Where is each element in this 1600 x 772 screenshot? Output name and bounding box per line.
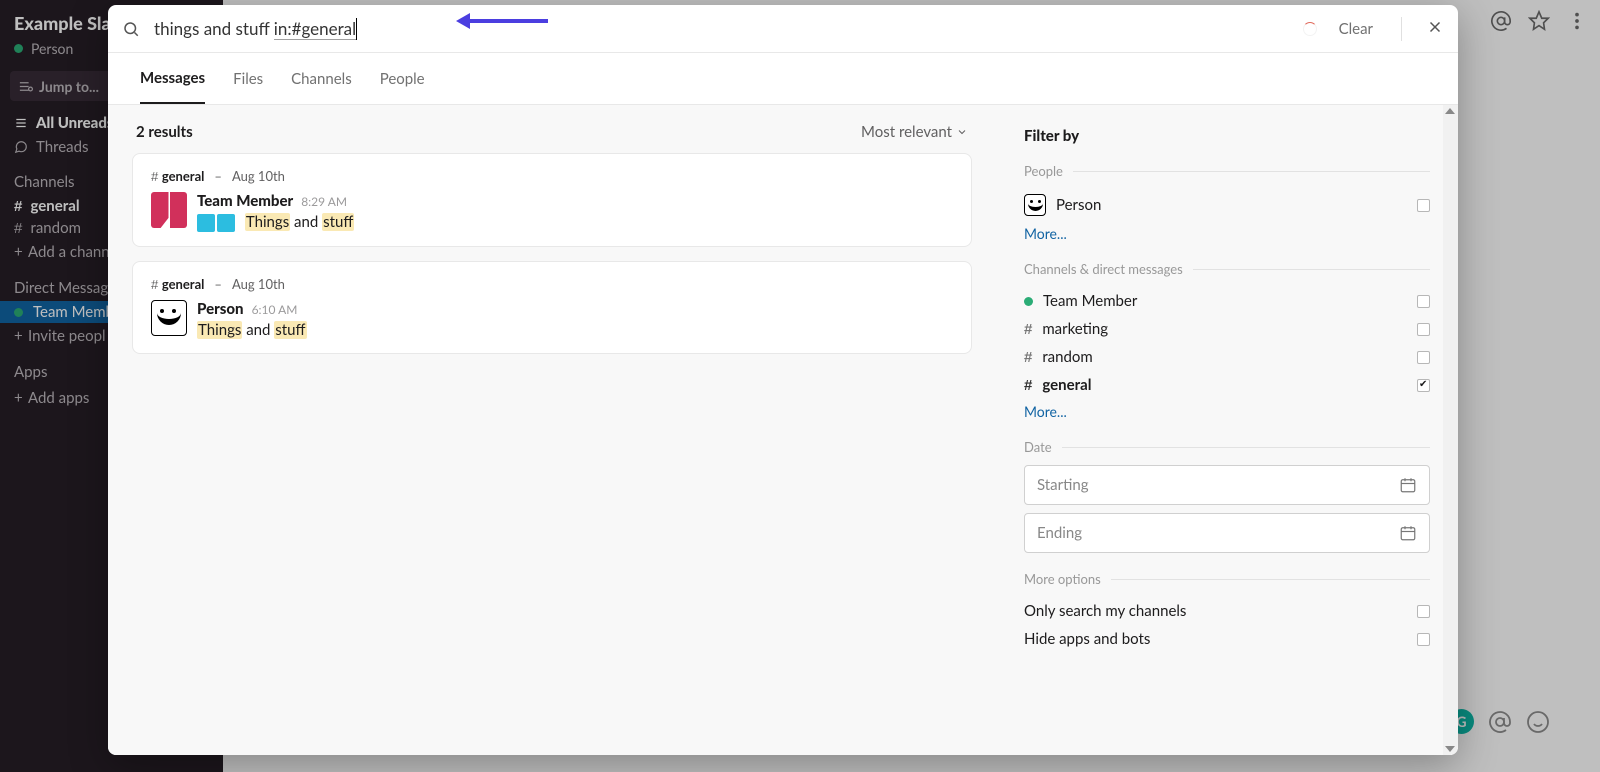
- online-dot-icon: [1024, 297, 1033, 306]
- calendar-icon: [1399, 476, 1417, 494]
- tab-messages[interactable]: Messages: [140, 53, 205, 104]
- loading-spinner-icon: [1303, 22, 1317, 36]
- filter-hide-apps-bots[interactable]: Hide apps and bots: [1024, 625, 1430, 653]
- date-start-input[interactable]: Starting: [1024, 465, 1430, 505]
- tab-channels[interactable]: Channels: [291, 53, 352, 104]
- filter-people-person[interactable]: Person: [1024, 189, 1430, 221]
- result-message: Things and stuff: [197, 321, 307, 339]
- filter-label: Team Member: [1043, 292, 1137, 310]
- sort-dropdown[interactable]: Most relevant: [861, 123, 968, 141]
- calendar-icon: [1399, 524, 1417, 542]
- result-date: Aug 10th: [232, 276, 285, 292]
- filter-cdm-general[interactable]: #general: [1024, 371, 1430, 399]
- date-end-input[interactable]: Ending: [1024, 513, 1430, 553]
- avatar-icon: [1024, 194, 1046, 216]
- avatar: [151, 300, 187, 336]
- result-date: Aug 10th: [232, 168, 285, 184]
- filter-only-my-channels[interactable]: Only search my channels: [1024, 597, 1430, 625]
- separator: –: [214, 276, 222, 292]
- filter-label: general: [1042, 376, 1091, 394]
- checkbox[interactable]: [1417, 605, 1430, 618]
- search-query-modifier: in:#general: [274, 18, 356, 40]
- result-time: 8:29 AM: [301, 194, 347, 209]
- checkbox[interactable]: [1417, 379, 1430, 392]
- avatar: [151, 192, 187, 228]
- scrollbar[interactable]: [1443, 105, 1458, 755]
- checkbox[interactable]: [1417, 323, 1430, 336]
- tab-people[interactable]: People: [380, 53, 425, 104]
- filter-label: random: [1042, 348, 1092, 366]
- filter-title: Filter by: [1024, 127, 1430, 145]
- search-result[interactable]: # general – Aug 10th Person 6:10 AM Thin…: [132, 261, 972, 354]
- checkbox[interactable]: [1417, 633, 1430, 646]
- more-cdm-link[interactable]: More...: [1024, 403, 1067, 420]
- filter-date-header: Date: [1024, 439, 1052, 455]
- filter-cdm-header: Channels & direct messages: [1024, 261, 1183, 277]
- result-channel: # general: [151, 168, 204, 184]
- result-message: Things and stuff: [197, 213, 354, 232]
- results-panel: 2 results Most relevant # general – Aug …: [108, 105, 996, 755]
- checkbox[interactable]: [1417, 351, 1430, 364]
- separator: –: [214, 168, 222, 184]
- date-placeholder: Ending: [1037, 524, 1082, 542]
- annotation-arrow: [468, 19, 548, 23]
- scroll-down-icon[interactable]: [1445, 746, 1455, 752]
- filter-label: marketing: [1042, 320, 1108, 338]
- search-result[interactable]: # general – Aug 10th Team Member 8:29 AM: [132, 153, 972, 247]
- checkbox[interactable]: [1417, 295, 1430, 308]
- clear-button[interactable]: Clear: [1339, 20, 1373, 38]
- results-count: 2 results: [136, 123, 193, 141]
- result-author: Person: [197, 300, 244, 318]
- filter-label: Hide apps and bots: [1024, 630, 1150, 648]
- checkbox[interactable]: [1417, 199, 1430, 212]
- search-input[interactable]: things and stuff in:#general: [154, 18, 1289, 40]
- filter-label: Only search my channels: [1024, 602, 1186, 620]
- result-author: Team Member: [197, 192, 293, 210]
- filter-cdm-random[interactable]: #random: [1024, 343, 1430, 371]
- search-icon: [122, 20, 140, 38]
- filter-people-header: People: [1024, 163, 1063, 179]
- sort-label: Most relevant: [861, 123, 952, 141]
- more-people-link[interactable]: More...: [1024, 225, 1067, 242]
- result-time: 6:10 AM: [252, 302, 298, 317]
- scroll-up-icon[interactable]: [1445, 108, 1455, 114]
- close-button[interactable]: [1426, 18, 1444, 40]
- date-placeholder: Starting: [1037, 476, 1089, 494]
- text-caret: [356, 18, 357, 40]
- filter-cdm-team-member[interactable]: Team Member: [1024, 287, 1430, 315]
- filter-label: Person: [1056, 196, 1101, 214]
- divider: [1401, 17, 1402, 41]
- search-modal: things and stuff in:#general Clear Messa…: [108, 5, 1458, 755]
- search-query-plain: things and stuff: [154, 18, 270, 39]
- attachment-chips: [197, 214, 235, 232]
- filter-panel: Filter by People Person More... Channels…: [996, 105, 1458, 755]
- close-icon: [1426, 18, 1444, 36]
- filter-cdm-marketing[interactable]: #marketing: [1024, 315, 1430, 343]
- result-channel: # general: [151, 276, 204, 292]
- search-tabs: Messages Files Channels People: [108, 53, 1458, 105]
- search-bar: things and stuff in:#general Clear: [108, 5, 1458, 53]
- filter-moreopts-header: More options: [1024, 571, 1101, 587]
- tab-files[interactable]: Files: [233, 53, 263, 104]
- chevron-down-icon: [956, 126, 968, 138]
